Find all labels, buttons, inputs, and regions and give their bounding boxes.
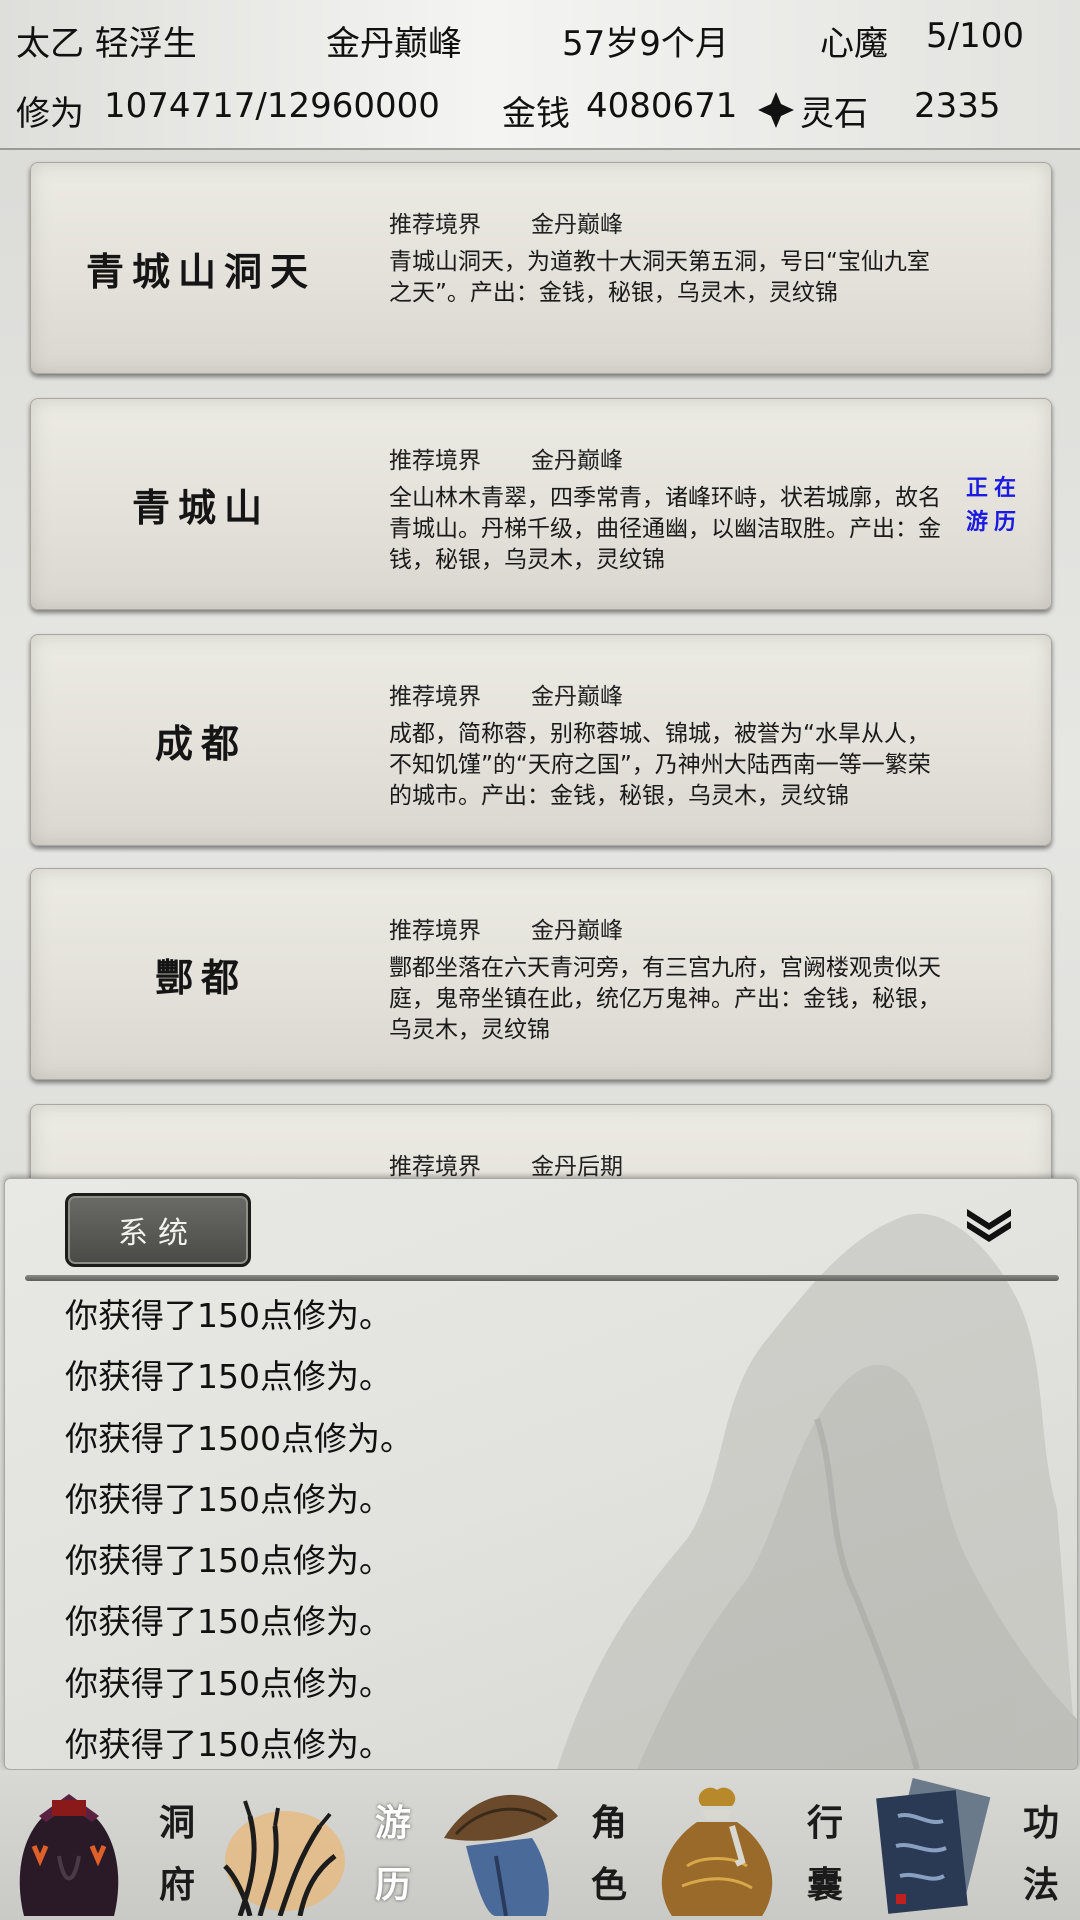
recommended-realm-value: 金丹巅峰 — [531, 448, 623, 474]
double-chevron-down-icon[interactable] — [961, 1203, 1017, 1243]
heart-demon-value: 5/100 — [926, 16, 1024, 56]
spirit-stone-value: 2335 — [914, 86, 1001, 126]
player-age: 57岁9个月 — [562, 24, 729, 64]
cultivation-value: 1074717/12960000 — [104, 86, 440, 126]
spirit-stone-icon — [758, 92, 794, 128]
recommended-realm: 推荐境界 金丹后期 — [389, 1147, 623, 1180]
location-card-chengdu[interactable]: 成都 推荐境界 金丹巅峰 成都，简称蓉，别称蓉城、锦城，被誉为“水旱从人，不知饥馑… — [30, 634, 1052, 846]
heart-demon-label: 心魔 — [820, 24, 888, 64]
nav-techniques[interactable]: 功法 — [864, 1770, 1080, 1920]
location-description: 全山林木青翠，四季常青，诸峰环峙，状若城廓，故名青城山。丹梯千级，曲径通幽，以幽… — [389, 485, 941, 573]
log-line: 你获得了1500点修为。 — [65, 1418, 413, 1458]
location-name: 青城山 — [131, 484, 270, 530]
recommended-realm: 推荐境界 金丹巅峰 — [389, 205, 623, 239]
bag-icon — [661, 1787, 773, 1916]
location-description: 酆都坐落在六天青河旁，有三宫九府，宫阙楼观贵似天庭，鬼帝坐镇在此，统亿万鬼神。产… — [389, 955, 941, 1043]
nav-cave-residence[interactable]: 洞府 — [0, 1770, 216, 1920]
recommended-realm: 推荐境界 金丹巅峰 — [389, 441, 623, 475]
recommended-realm-label: 推荐境界 — [389, 212, 481, 238]
location-name: 酆都 — [154, 954, 247, 1000]
cave-residence-icon — [19, 1794, 119, 1916]
nav-label-inventory: 行囊 — [806, 1802, 843, 1906]
status-header: 太乙 轻浮生 金丹巅峰 57岁9个月 心魔 5/100 修为 1074717/1… — [0, 0, 1080, 150]
player-name: 太乙 轻浮生 — [16, 24, 197, 64]
panel-divider — [25, 1275, 1059, 1281]
system-log-panel: 系统 你获得了150点修为。 你获得了150点修为。 你获得了1500点修为。 … — [4, 1178, 1078, 1770]
log-line: 你获得了150点修为。 — [65, 1479, 392, 1519]
money-value: 4080671 — [586, 86, 738, 126]
cultivation-realm: 金丹巅峰 — [326, 24, 462, 64]
recommended-realm-label: 推荐境界 — [389, 684, 481, 710]
system-tab[interactable]: 系统 — [65, 1193, 251, 1267]
cultivation-label: 修为 — [16, 94, 84, 134]
location-card-qingchengshan[interactable]: 青城山 推荐境界 金丹巅峰 全山林木青翠，四季常青，诸峰环峙，状若城廓，故名青城山… — [30, 398, 1052, 610]
log-line: 你获得了150点修为。 — [65, 1357, 392, 1397]
nav-label-travel: 游历 — [374, 1802, 411, 1906]
nav-character[interactable]: 角色 — [432, 1770, 648, 1920]
recommended-realm-label: 推荐境界 — [389, 448, 481, 474]
nav-label-cave: 洞府 — [158, 1802, 195, 1906]
spirit-stone-label: 灵石 — [800, 94, 868, 134]
nav-inventory[interactable]: 行囊 — [648, 1770, 864, 1920]
location-name — [31, 1105, 371, 1180]
log-line: 你获得了150点修为。 — [65, 1602, 392, 1642]
recommended-realm-value: 金丹巅峰 — [531, 212, 623, 238]
manual-book-icon — [876, 1777, 991, 1914]
nav-travel[interactable]: 游历 — [216, 1770, 432, 1920]
location-description: 青城山洞天，为道教十大洞天第五洞，号曰“宝仙九室之天”。产出：金钱，秘银，乌灵木… — [389, 249, 930, 306]
character-straw-hat-icon — [444, 1794, 558, 1916]
location-name: 成都 — [154, 720, 247, 766]
nav-label-techniques: 功法 — [1022, 1802, 1059, 1906]
log-line: 你获得了150点修为。 — [65, 1725, 392, 1765]
recommended-realm-value: 金丹巅峰 — [531, 684, 623, 710]
log-lines: 你获得了150点修为。 你获得了150点修为。 你获得了1500点修为。 你获得… — [65, 1285, 965, 1769]
recommended-realm: 推荐境界 金丹巅峰 — [389, 677, 623, 711]
travel-reeds-icon — [223, 1800, 345, 1916]
recommended-realm-value: 金丹巅峰 — [531, 918, 623, 944]
log-line: 你获得了150点修为。 — [65, 1296, 392, 1335]
money-label: 金钱 — [502, 94, 570, 134]
log-line: 你获得了150点修为。 — [65, 1663, 392, 1703]
location-list[interactable]: 青城山洞天 推荐境界 金丹巅峰 青城山洞天，为道教十大洞天第五洞，号曰“宝仙九室之… — [0, 150, 1080, 1180]
currently-traveling-badge: 正在游历 — [965, 475, 1022, 535]
location-card-fengdu[interactable]: 酆都 推荐境界 金丹巅峰 酆都坐落在六天青河旁，有三宫九府，宫阙楼观贵似天庭，鬼帝… — [30, 868, 1052, 1080]
recommended-realm-label: 推荐境界 — [389, 918, 481, 944]
log-line: 你获得了150点修为。 — [65, 1541, 392, 1581]
bottom-nav: 洞府 游历 角色 行囊 功法 — [0, 1770, 1080, 1920]
location-description: 成都，简称蓉，别称蓉城、锦城，被誉为“水旱从人，不知饥馑”的“天府之国”，乃神州… — [389, 721, 931, 809]
location-name: 青城山洞天 — [85, 248, 316, 294]
location-card-qingchengshan-dongtian[interactable]: 青城山洞天 推荐境界 金丹巅峰 青城山洞天，为道教十大洞天第五洞，号曰“宝仙九室之… — [30, 162, 1052, 374]
recommended-realm-value: 金丹后期 — [531, 1154, 623, 1180]
location-card-partial[interactable]: 推荐境界 金丹后期 — [30, 1104, 1052, 1180]
recommended-realm-label: 推荐境界 — [389, 1154, 481, 1180]
nav-label-character: 角色 — [590, 1802, 627, 1906]
recommended-realm: 推荐境界 金丹巅峰 — [389, 911, 623, 945]
